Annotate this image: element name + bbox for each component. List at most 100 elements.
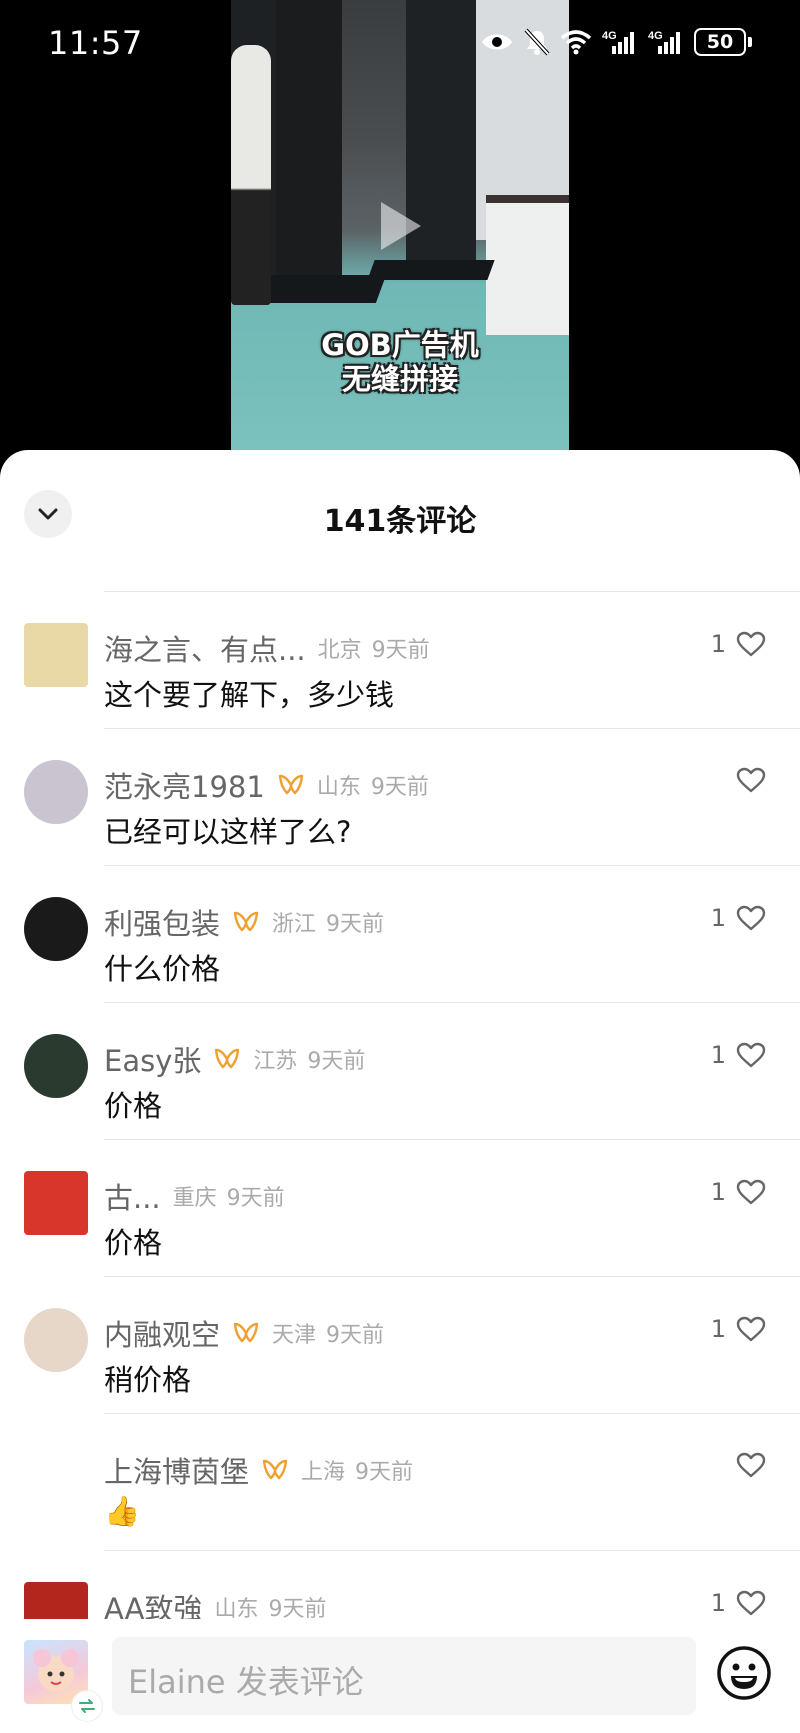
avatar[interactable]	[24, 623, 88, 687]
status-time: 11:57	[48, 24, 143, 62]
comment-item[interactable]: 上海博茵堡 上海 9天前 👍	[0, 1414, 800, 1551]
like-count: 1	[710, 1315, 726, 1343]
comment-location: 山东	[316, 775, 361, 800]
comment-input-placeholder: Elaine 发表评论	[128, 1663, 364, 1701]
comment-time: 9天前	[355, 1460, 414, 1485]
avatar[interactable]	[24, 1308, 88, 1372]
vip-badge-icon	[215, 1048, 240, 1069]
comment-author[interactable]: 古...	[104, 1175, 161, 1217]
comment-item[interactable]: 海之言、有点... 北京 9天前这个要了解下，多少钱 1	[0, 592, 800, 729]
heart-icon	[736, 1590, 766, 1616]
comment-body: 上海博茵堡 上海 9天前 👍	[104, 1414, 800, 1551]
avatar[interactable]	[24, 1445, 88, 1509]
heart-icon	[736, 1042, 766, 1068]
comment-body: 内融观空 天津 9天前 稍价格 1	[104, 1277, 800, 1414]
comment-text: 👍	[104, 1494, 141, 1528]
comment-author[interactable]: 范永亮1981	[104, 764, 265, 806]
comment-item[interactable]: 古... 重庆 9天前 价格 1	[0, 1140, 800, 1277]
smile-icon	[717, 1646, 771, 1700]
comment-author[interactable]: 海之言、有点...	[104, 627, 306, 669]
play-icon[interactable]	[381, 202, 421, 250]
signal-icon-2: 4G	[648, 30, 680, 54]
comment-time: 9天前	[307, 1049, 366, 1074]
comment-location: 天津	[272, 1323, 317, 1348]
video-caption: GOB广告机 无缝拼接	[321, 328, 479, 396]
eye-icon	[482, 34, 512, 50]
like-count: 1	[710, 630, 726, 658]
comment-list: 海之言、有点... 北京 9天前 这个要了解下，多少钱 1 范永亮1981 山东 9天前 已经可…	[0, 592, 800, 1688]
heart-icon	[736, 767, 766, 793]
comment-item[interactable]: Easy张 江苏 9天前价格 1	[0, 1003, 800, 1140]
comment-meta: 海之言、有点... 北京 9天前	[104, 627, 430, 669]
comment-author[interactable]: Easy张	[104, 1038, 201, 1080]
sheet-header: 141条评论	[24, 450, 800, 592]
comment-meta: Easy张 江苏 9天前	[104, 1038, 365, 1080]
avatar[interactable]	[24, 897, 88, 961]
comment-meta: 利强包装 浙江 9天前	[104, 901, 384, 943]
comment-text: 价格	[104, 1089, 163, 1123]
like-count: 1	[710, 1178, 726, 1206]
like-button[interactable]: 1	[711, 1178, 766, 1206]
signal-icon: 4G	[602, 30, 634, 54]
like-button[interactable]: 1	[711, 1041, 766, 1069]
comment-body: 利强包装 浙江 9天前什么价格 1	[104, 866, 800, 1003]
comment-location: 浙江	[272, 912, 317, 937]
comment-time: 9天前	[326, 912, 385, 937]
like-button[interactable]	[726, 767, 766, 793]
bell-muted-icon	[524, 28, 550, 56]
comment-meta: 上海博茵堡 上海 9天前	[104, 1449, 413, 1491]
comment-body: Easy张 江苏 9天前价格 1	[104, 1003, 800, 1140]
like-count: 1	[710, 904, 726, 932]
heart-icon	[736, 1316, 766, 1342]
svg-text:4G: 4G	[648, 30, 663, 42]
like-button[interactable]: 1	[711, 630, 766, 658]
vip-badge-icon	[278, 774, 304, 795]
emoji-button[interactable]	[716, 1645, 772, 1701]
comment-location: 江苏	[253, 1049, 298, 1074]
comment-text: 什么价格	[104, 952, 221, 986]
comment-author[interactable]: 上海博茵堡	[104, 1449, 249, 1491]
comment-location: 重庆	[172, 1186, 217, 1211]
comment-item[interactable]: 利强包装 浙江 9天前什么价格 1	[0, 866, 800, 1003]
status-bar: 11:57 4G 4G 50	[0, 0, 800, 90]
comment-time: 9天前	[226, 1186, 285, 1211]
vip-badge-icon	[233, 1322, 259, 1343]
battery-icon: 50	[694, 28, 752, 56]
heart-icon	[736, 1452, 766, 1478]
comment-location: 上海	[301, 1460, 346, 1485]
comment-meta: 古... 重庆 9天前	[104, 1175, 285, 1217]
like-button[interactable]	[726, 1452, 766, 1478]
comment-body: 海之言、有点... 北京 9天前这个要了解下，多少钱 1	[104, 592, 800, 729]
comment-input[interactable]: Elaine 发表评论	[112, 1637, 696, 1715]
comment-body: 古... 重庆 9天前 价格 1	[104, 1140, 800, 1277]
comment-time: 9天前	[371, 638, 430, 663]
avatar[interactable]	[24, 1171, 88, 1235]
comment-author[interactable]: 利强包装	[104, 901, 220, 943]
avatar[interactable]	[24, 1034, 88, 1098]
svg-text:4G: 4G	[602, 30, 617, 42]
comment-text: 稍价格	[104, 1363, 192, 1397]
switch-account-icon[interactable]	[72, 1691, 102, 1721]
comment-location: 北京	[317, 638, 362, 663]
comment-meta: 范永亮1981 山东 9天前	[104, 764, 429, 806]
like-count: 1	[710, 1589, 726, 1617]
like-button[interactable]: 1	[711, 1315, 766, 1343]
vip-badge-icon	[262, 1459, 288, 1480]
like-count: 1	[710, 1041, 726, 1069]
comment-item[interactable]: 范永亮1981 山东 9天前 已经可以这样了么?	[0, 729, 800, 866]
comment-body: 范永亮1981 山东 9天前 已经可以这样了么?	[104, 729, 800, 866]
like-button[interactable]: 1	[711, 904, 766, 932]
avatar[interactable]	[24, 760, 88, 824]
comment-author[interactable]: 内融观空	[104, 1312, 220, 1354]
comment-text: 这个要了解下，多少钱	[104, 678, 395, 712]
like-button[interactable]: 1	[711, 1589, 766, 1617]
vip-badge-icon	[233, 911, 259, 932]
heart-icon	[736, 905, 766, 931]
comments-sheet: 141条评论 海之言、有点... 北京 9天前 这个要了解下，多少钱 1 范永亮1981 山…	[0, 450, 800, 1733]
comment-input-bar: Elaine 发表评论	[0, 1619, 800, 1733]
wifi-icon	[560, 30, 592, 55]
heart-icon	[736, 1179, 766, 1205]
comment-item[interactable]: 内融观空 天津 9天前 稍价格 1	[0, 1277, 800, 1414]
comment-text: 已经可以这样了么?	[104, 815, 352, 849]
comment-meta: 内融观空 天津 9天前	[104, 1312, 384, 1354]
